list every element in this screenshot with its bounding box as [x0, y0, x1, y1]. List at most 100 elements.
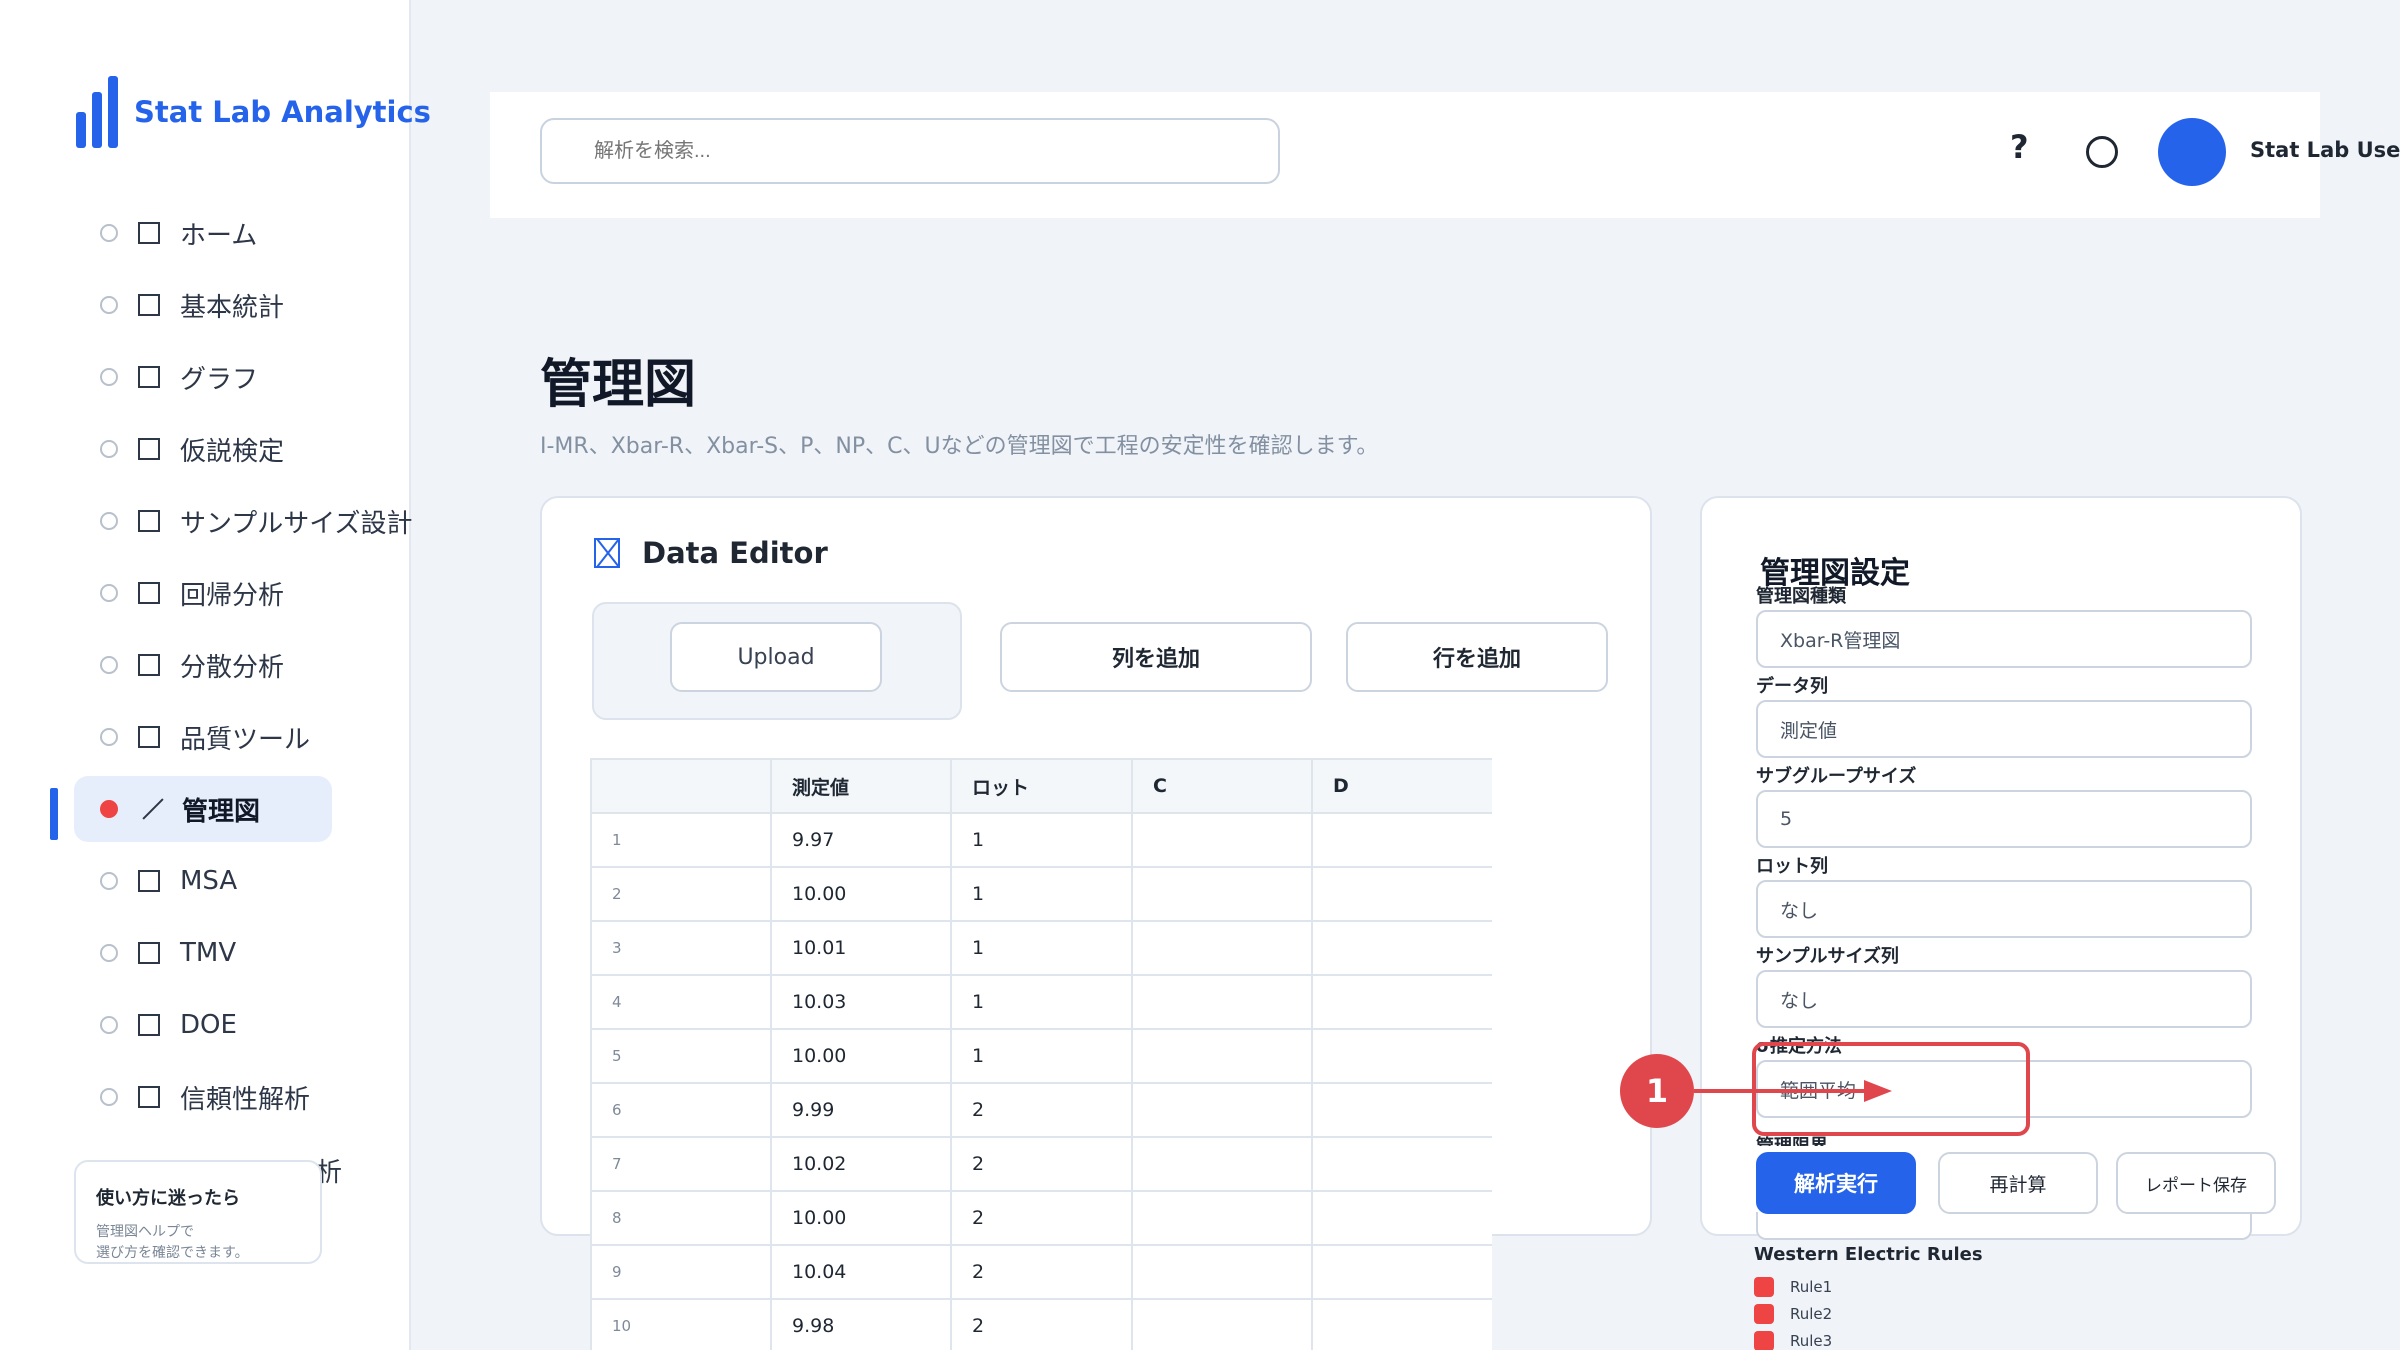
- sidebar-item-6[interactable]: 分散分析: [74, 632, 434, 698]
- table-cell[interactable]: [1131, 920, 1313, 976]
- rule-label: Rule3: [1790, 1331, 1833, 1350]
- run-analysis-button[interactable]: 解析実行: [1756, 1152, 1916, 1214]
- upload-dropzone[interactable]: Upload: [592, 602, 962, 720]
- sidebar-item-label: TMV: [180, 938, 237, 968]
- square-icon: [138, 726, 160, 748]
- settings-field-select[interactable]: 測定値: [1756, 700, 2252, 758]
- table-cell[interactable]: 2: [950, 1244, 1133, 1300]
- sidebar-item-11[interactable]: DOE: [74, 992, 434, 1058]
- table-row: 2 10.00 1: [590, 866, 1492, 922]
- sidebar-item-0[interactable]: ホーム: [74, 200, 434, 266]
- add-row-button[interactable]: 行を追加: [1346, 622, 1608, 692]
- table-cell[interactable]: 10.00: [770, 1028, 952, 1084]
- table-cell[interactable]: 1: [950, 920, 1133, 976]
- rule-item[interactable]: Rule2: [1754, 1300, 1983, 1327]
- add-column-button[interactable]: 列を追加: [1000, 622, 1312, 692]
- table-cell[interactable]: [1131, 1028, 1313, 1084]
- sidebar-item-8[interactable]: 管理図: [74, 776, 332, 842]
- field-label: ロット列: [1756, 856, 1828, 877]
- table-cell[interactable]: 9.98: [770, 1298, 952, 1350]
- settings-field-select[interactable]: 5: [1756, 790, 2252, 848]
- table-cell[interactable]: [1131, 974, 1313, 1030]
- sidebar-item-label: 分散分析: [180, 652, 285, 683]
- sidebar-item-3[interactable]: 仮説検定: [74, 416, 434, 482]
- table-cell[interactable]: [1311, 1136, 1492, 1192]
- upload-button[interactable]: Upload: [670, 622, 882, 692]
- user-name[interactable]: Stat Lab User: [2250, 138, 2400, 162]
- status-dot-icon: [100, 512, 118, 530]
- settings-field-select[interactable]: なし: [1756, 970, 2252, 1028]
- rule-item[interactable]: Rule1: [1754, 1273, 1983, 1300]
- table-cell[interactable]: 2: [950, 1136, 1133, 1192]
- table-cell[interactable]: [1311, 974, 1492, 1030]
- settings-field-select[interactable]: Xbar-R管理図: [1756, 610, 2252, 668]
- table-cell[interactable]: [1131, 1190, 1313, 1246]
- table-cell[interactable]: 2: [950, 1298, 1133, 1350]
- table-cell[interactable]: [1131, 1136, 1313, 1192]
- table-cell[interactable]: [1311, 1244, 1492, 1300]
- table-row: 9 10.04 2: [590, 1244, 1492, 1300]
- table-cell[interactable]: [1131, 1244, 1313, 1300]
- table-cell[interactable]: [1311, 1082, 1492, 1138]
- table-cell[interactable]: 10.00: [770, 1190, 952, 1246]
- table-cell[interactable]: [1131, 866, 1313, 922]
- table-cell[interactable]: 2: [950, 1190, 1133, 1246]
- table-cell[interactable]: [1311, 1190, 1492, 1246]
- column-header[interactable]: C: [1131, 758, 1313, 814]
- column-header[interactable]: 測定値: [770, 758, 952, 814]
- help-card[interactable]: 使い方に迷ったら 管理図ヘルプで 選び方を確認できます。: [74, 1160, 322, 1264]
- status-dot-icon: [100, 1016, 118, 1034]
- square-icon: [138, 438, 160, 460]
- row-index: 4: [590, 974, 772, 1030]
- column-header[interactable]: ロット: [950, 758, 1133, 814]
- table-cell[interactable]: [1131, 1298, 1313, 1350]
- settings-circle-icon[interactable]: [2086, 136, 2118, 168]
- control-limit-select[interactable]: [1756, 1212, 2252, 1240]
- column-header[interactable]: [590, 758, 772, 814]
- active-dot-icon: [100, 800, 118, 818]
- sidebar-item-1[interactable]: 基本統計: [74, 272, 434, 338]
- recalculate-button[interactable]: 再計算: [1938, 1152, 2098, 1214]
- table-cell[interactable]: [1311, 1028, 1492, 1084]
- table-cell[interactable]: [1311, 920, 1492, 976]
- table-cell[interactable]: 10.03: [770, 974, 952, 1030]
- table-cell[interactable]: [1131, 812, 1313, 868]
- table-cell[interactable]: 1: [950, 974, 1133, 1030]
- table-cell[interactable]: 9.97: [770, 812, 952, 868]
- rule-checkbox-icon[interactable]: [1754, 1303, 1774, 1324]
- app-logo[interactable]: Stat Lab Analytics: [76, 76, 431, 148]
- rule-item[interactable]: Rule3: [1754, 1327, 1983, 1350]
- column-header[interactable]: D: [1311, 758, 1492, 814]
- user-avatar[interactable]: [2158, 118, 2226, 186]
- table-cell[interactable]: 1: [950, 866, 1133, 922]
- table-cell[interactable]: 10.04: [770, 1244, 952, 1300]
- field-label: サブグループサイズ: [1756, 766, 1917, 787]
- rule-checkbox-icon[interactable]: [1754, 1330, 1774, 1350]
- table-cell[interactable]: [1311, 812, 1492, 868]
- sidebar-item-12[interactable]: 信頼性解析: [74, 1064, 434, 1130]
- table-cell[interactable]: [1311, 1298, 1492, 1350]
- search-input[interactable]: [540, 118, 1280, 184]
- help-icon[interactable]: ?: [2010, 128, 2029, 166]
- page-title: 管理図: [540, 355, 697, 415]
- row-index: 3: [590, 920, 772, 976]
- sidebar-item-4[interactable]: サンプルサイズ設計: [74, 488, 434, 554]
- table-cell[interactable]: 1: [950, 1028, 1133, 1084]
- sidebar-item-2[interactable]: グラフ: [74, 344, 434, 410]
- save-report-button[interactable]: レポート保存: [2116, 1152, 2276, 1214]
- sidebar-item-7[interactable]: 品質ツール: [74, 704, 434, 770]
- table-cell[interactable]: 9.99: [770, 1082, 952, 1138]
- table-cell[interactable]: 2: [950, 1082, 1133, 1138]
- rule-checkbox-icon[interactable]: [1754, 1276, 1774, 1297]
- table-cell[interactable]: 10.00: [770, 866, 952, 922]
- settings-field-select[interactable]: なし: [1756, 880, 2252, 938]
- sidebar-item-10[interactable]: TMV: [74, 920, 434, 986]
- table-cell[interactable]: 10.01: [770, 920, 952, 976]
- table-cell[interactable]: 1: [950, 812, 1133, 868]
- sidebar-item-9[interactable]: MSA: [74, 848, 434, 914]
- sidebar-item-5[interactable]: 回帰分析: [74, 560, 434, 626]
- sidebar-item-label: 回帰分析: [180, 580, 285, 611]
- table-cell[interactable]: 10.02: [770, 1136, 952, 1192]
- table-cell[interactable]: [1311, 866, 1492, 922]
- table-cell[interactable]: [1131, 1082, 1313, 1138]
